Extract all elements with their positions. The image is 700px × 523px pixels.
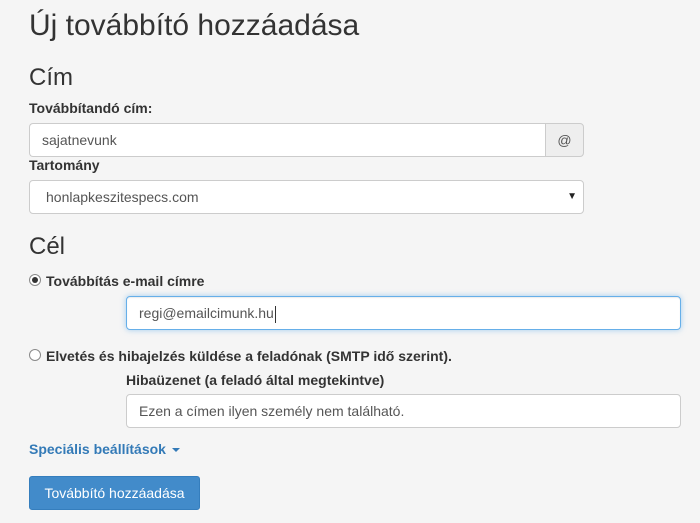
forward-address-group: sajatnevunk @ — [29, 123, 584, 157]
discard-radio[interactable] — [29, 349, 41, 361]
address-section-title: Cím — [29, 64, 73, 91]
forward-email-radio[interactable] — [29, 274, 41, 286]
forward-email-input[interactable]: regi@emailcimunk.hu — [126, 296, 681, 330]
forward-address-input[interactable]: sajatnevunk — [29, 123, 545, 157]
destination-section-title: Cél — [29, 233, 66, 260]
at-sign-addon: @ — [545, 123, 584, 157]
caret-down-icon — [171, 448, 180, 453]
discard-label: Elvetés és hibajelzés küldése a feladóna… — [46, 348, 452, 364]
text-cursor — [274, 305, 276, 323]
dropdown-arrow-icon: ▼ — [567, 191, 577, 202]
error-message-input[interactable]: Ezen a címen ilyen személy nem található… — [126, 394, 681, 428]
forward-address-label: Továbbítandó cím: — [29, 100, 153, 116]
forward-email-value: regi@emailcimunk.hu — [139, 305, 274, 321]
error-message-value: Ezen a címen ilyen személy nem található… — [139, 403, 405, 419]
forward-email-label: Továbbítás e-mail címre — [46, 273, 205, 289]
domain-select[interactable]: honlapkeszitespecs.com ▼ — [29, 180, 584, 214]
page-title: Új továbbító hozzáadása — [29, 9, 360, 42]
domain-label: Tartomány — [29, 157, 100, 173]
domain-selected-value: honlapkeszitespecs.com — [46, 189, 199, 205]
advanced-settings-toggle[interactable]: Speciális beállítások — [29, 441, 180, 457]
advanced-settings-label: Speciális beállítások — [29, 441, 166, 457]
add-forwarder-button[interactable]: Továbbító hozzáadása — [29, 476, 200, 510]
error-message-label: Hibaüzenet (a feladó által megtekintve) — [126, 372, 385, 388]
